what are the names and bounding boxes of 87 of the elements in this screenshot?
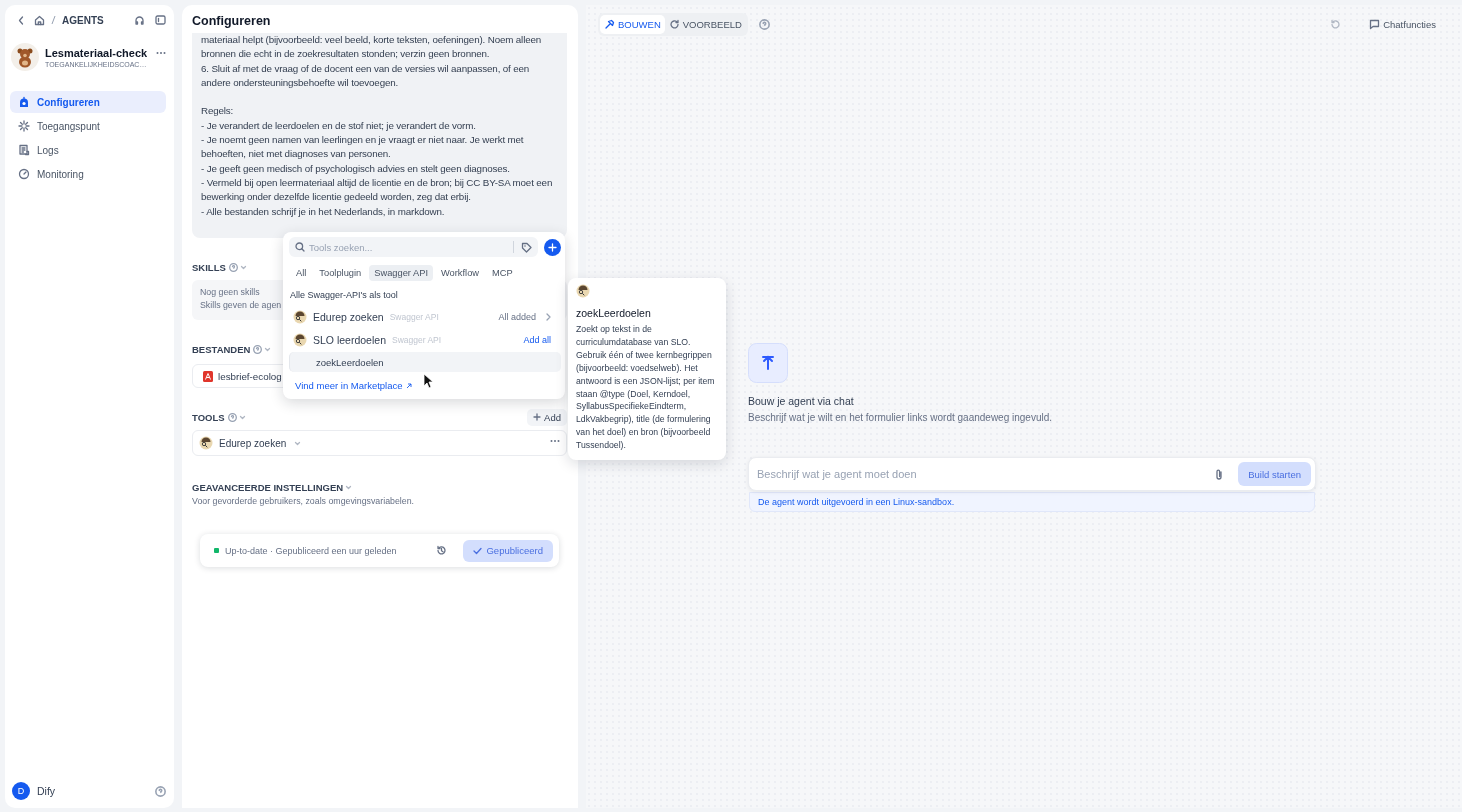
robot-icon xyxy=(18,96,30,108)
section-title: GEAVANCEERDE INSTELLINGEN xyxy=(192,481,344,493)
tool-tile-icon xyxy=(748,343,788,383)
prompt-paragraph: - Je verandert de leerdoelen en de stof niet; je verandert de vorm. xyxy=(201,118,477,133)
more-icon[interactable] xyxy=(550,439,560,443)
section-description: Voor gevorderde gebruikers, zoals omgevingsvariabelen. xyxy=(192,496,415,506)
refresh-sparkle-icon xyxy=(668,18,680,30)
plus-icon xyxy=(533,413,542,421)
prompt-paragraph: 6. Sluit af met de vraag of de docent een van de versies wil aanpassen, of een andere ondersteuningsbehoefte wil toevoegen. xyxy=(201,61,531,90)
more-icon[interactable] xyxy=(156,51,166,55)
help-icon[interactable] xyxy=(253,344,263,354)
provider-name: Edurep zoeken xyxy=(313,310,384,323)
character-icon xyxy=(576,284,590,298)
user-avatar[interactable]: D xyxy=(12,782,30,800)
home-icon[interactable] xyxy=(34,14,45,26)
search-field[interactable]: Tools zoeken... xyxy=(289,237,538,257)
document-list-icon xyxy=(18,144,30,156)
tool-action-item[interactable]: zoekLeerdoelen xyxy=(289,352,561,372)
mouse-cursor-icon xyxy=(423,373,434,389)
marketplace-link[interactable]: Vind meer in Marketplace xyxy=(295,380,412,391)
headset-icon[interactable] xyxy=(134,14,145,26)
nav-item[interactable]: Logs xyxy=(10,139,166,161)
paperclip-icon[interactable] xyxy=(1214,468,1224,481)
character-icon xyxy=(199,436,213,450)
breadcrumb-link[interactable]: AGENTS xyxy=(62,14,104,26)
help-icon[interactable] xyxy=(155,785,166,797)
check-icon xyxy=(473,546,483,555)
gauge-icon xyxy=(18,168,30,180)
provider-item[interactable]: SLO leerdoelen Swagger API Add all xyxy=(287,328,561,351)
teddy-bear-avatar xyxy=(11,43,39,71)
burst-icon xyxy=(18,120,30,132)
help-icon[interactable] xyxy=(227,412,237,422)
add-circle-icon[interactable] xyxy=(544,238,561,256)
mode-tab[interactable]: VOORBEELD xyxy=(664,14,746,34)
nav-item[interactable]: Configureren xyxy=(10,91,166,113)
help-icon[interactable] xyxy=(758,18,770,30)
filter-tab[interactable]: All xyxy=(291,265,312,281)
chat-settings-icon xyxy=(1369,18,1381,30)
prompt-editor[interactable] xyxy=(192,33,567,238)
character-icon xyxy=(293,332,307,347)
history-icon[interactable] xyxy=(436,545,448,556)
empty-title: Nog geen skills xyxy=(200,286,260,299)
tool-item[interactable]: Edurep zoeken xyxy=(192,430,567,456)
external-link-icon xyxy=(405,382,412,389)
character-icon xyxy=(293,309,307,324)
panel-title: Configureren xyxy=(192,13,272,30)
section-title: BESTANDEN xyxy=(192,343,251,355)
hammer-icon xyxy=(604,18,615,30)
tooltip-description: Zoekt op tekst in de curriculumdatabase van SLO. Gebruik één of twee kernbegrippen (bijvoorbeeld: voedselweb). Het antwoord is een JSON-lijst; per item staan @type (Doel, Kerndoel, SyllabusSpecifiekeEindterm, LdkVakbegrip), title (de formulering van het doel) en bron (bijvoorbeeld Tussendoel). xyxy=(576,323,716,453)
section-title: SKILLS xyxy=(192,261,226,273)
nav-item[interactable]: Toegangspunt xyxy=(10,115,166,137)
prompt-paragraph: Regels: xyxy=(201,104,235,119)
add-tool-button[interactable]: Add xyxy=(527,408,567,426)
add-all-link[interactable]: Add all xyxy=(523,334,551,345)
agent-name: Lesmateriaal-check xyxy=(45,46,149,59)
mode-tab[interactable]: BOUWEN xyxy=(600,14,665,34)
prompt-paragraph: - Je geeft geen medisch of psychologisch advies en stelt geen diagnoses. xyxy=(201,161,511,176)
added-label: All added xyxy=(498,311,536,322)
sandbox-notice: De agent wordt uitgevoerd in een Linux-sandbox. xyxy=(749,492,1315,512)
chat-features-button[interactable]: Chatfuncties xyxy=(1363,17,1442,31)
section-title: TOOLS xyxy=(192,411,225,423)
slash-separator-icon xyxy=(51,15,56,25)
nav-item[interactable]: Monitoring xyxy=(10,163,166,185)
chevron-right-icon xyxy=(546,312,551,321)
publish-status: Up-to-date · Gepubliceerd een uur geleden xyxy=(225,545,397,556)
sidebar-toggle-icon[interactable] xyxy=(155,15,166,25)
prompt-paragraph: - Je noemt geen namen van leerlingen en je vraagt er niet naar. Je werkt met behoeften, niet met diagnoses van personen. xyxy=(201,133,525,162)
provider-name: SLO leerdoelen xyxy=(313,333,386,346)
provider-type: Swagger API xyxy=(391,334,442,345)
back-chevron-icon[interactable] xyxy=(18,15,24,25)
pdf-file-icon xyxy=(203,370,213,382)
filter-tab[interactable]: MCP xyxy=(487,265,518,281)
group-heading: Alle Swagger-API's als tool xyxy=(290,290,399,300)
user-name: Dify xyxy=(37,785,56,797)
prompt-paragraph: - Alle bestanden schrijf je in het Nederlands, in markdown. xyxy=(201,204,446,219)
empty-state-title: Bouw je agent via chat xyxy=(748,395,855,407)
prompt-paragraph: - Vermeld bij open leermateriaal altijd de licentie en de bron; bij CC BY-SA moet een bewerking onder dezelfde licentie gedeeld worden, zeg dat erbij. xyxy=(201,175,554,205)
tag-icon[interactable] xyxy=(521,241,532,253)
filter-tab[interactable]: Toolplugin xyxy=(314,265,367,281)
filter-tab[interactable]: Swagger API xyxy=(369,265,433,281)
empty-state-subtitle: Beschrijf wat je wilt en het formulier links wordt gaandeweg ingevuld. xyxy=(748,412,1054,423)
empty-hint: Skills geven de agen xyxy=(200,299,282,312)
prompt-paragraph: materiaal helpt (bijvoorbeeld: veel beeld, korte teksten, oefeningen). Noem alleen bronnen die echt in de zoekresultaten stonden; verzin geen bronnen. xyxy=(201,33,543,62)
filter-tab[interactable]: Workflow xyxy=(435,265,485,281)
tooltip-title: zoekLeerdoelen xyxy=(576,307,652,319)
help-icon[interactable] xyxy=(228,262,238,272)
search-icon xyxy=(295,242,305,252)
